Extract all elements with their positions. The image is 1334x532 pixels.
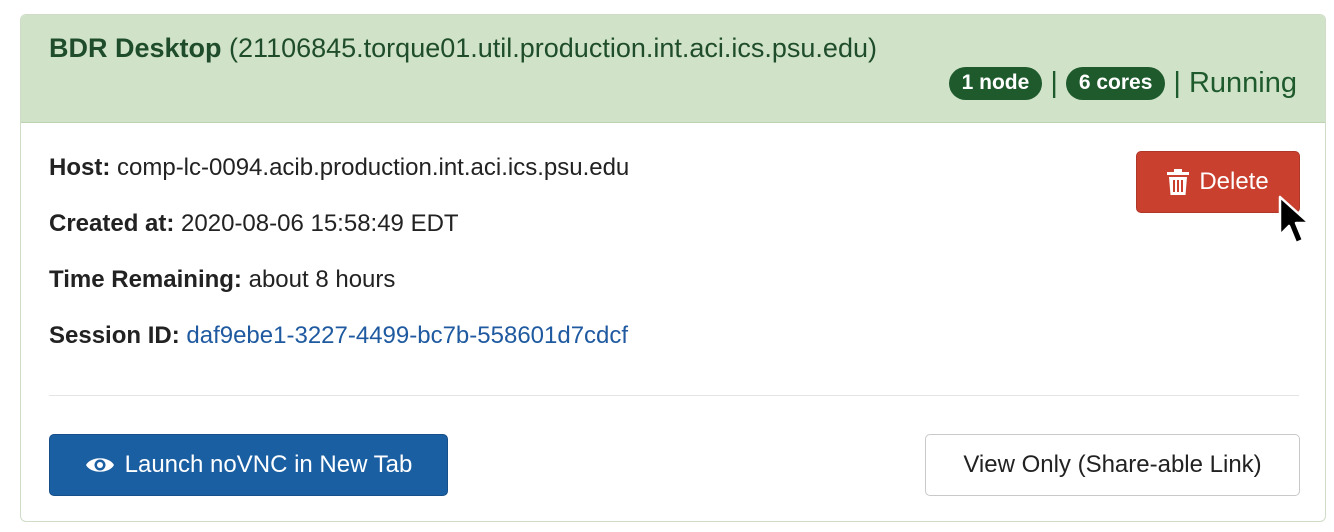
mouse-cursor-icon [1278, 195, 1314, 256]
view-only-button[interactable]: View Only (Share-able Link) [925, 434, 1300, 496]
session-id-link[interactable]: daf9ebe1-3227-4499-bc7b-558601d7cdcf [186, 322, 628, 349]
launch-novnc-button[interactable]: Launch noVNC in New Tab [49, 434, 448, 496]
time-remaining-row: Time Remaining: about 8 hours [49, 266, 395, 294]
host-label: Host: [49, 154, 111, 181]
host-value: comp-lc-0094.acib.production.int.aci.ics… [117, 154, 630, 181]
session-card-body: Host: comp-lc-0094.acib.production.int.a… [21, 123, 1325, 521]
delete-button[interactable]: Delete [1136, 151, 1300, 213]
time-remaining-value: about 8 hours [248, 266, 396, 293]
nodes-badge: 1 node [948, 67, 1043, 100]
session-title: BDR Desktop (21106845.torque01.util.prod… [49, 33, 877, 64]
session-id-row: Session ID: daf9ebe1-3227-4499-bc7b-5586… [49, 322, 628, 350]
divider [49, 395, 1299, 396]
status-text: Running [1188, 67, 1297, 99]
view-only-label: View Only (Share-able Link) [963, 451, 1262, 478]
separator: | [1050, 67, 1058, 99]
session-status-line: 1 node | 6 cores | Running [948, 67, 1297, 100]
separator: | [1173, 67, 1181, 99]
eye-icon [85, 455, 115, 475]
delete-label: Delete [1199, 168, 1269, 195]
app-name: BDR Desktop [49, 33, 222, 63]
launch-label: Launch noVNC in New Tab [124, 451, 413, 478]
cores-badge: 6 cores [1065, 67, 1166, 100]
time-remaining-label: Time Remaining: [49, 266, 242, 293]
session-card: BDR Desktop (21106845.torque01.util.prod… [20, 14, 1326, 522]
created-value: 2020-08-06 15:58:49 EDT [181, 210, 459, 237]
session-card-header: BDR Desktop (21106845.torque01.util.prod… [21, 15, 1325, 123]
host-row: Host: comp-lc-0094.acib.production.int.a… [49, 154, 629, 182]
created-label: Created at: [49, 210, 175, 237]
trash-icon [1167, 169, 1190, 195]
job-id: (21106845.torque01.util.production.int.a… [229, 33, 877, 63]
created-row: Created at: 2020-08-06 15:58:49 EDT [49, 210, 459, 238]
session-id-label: Session ID: [49, 322, 180, 349]
